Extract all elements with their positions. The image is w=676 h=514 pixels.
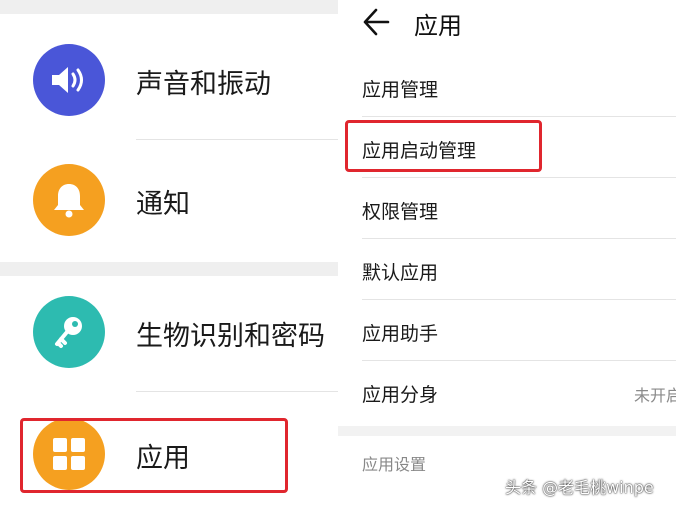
settings-panel: 声音和振动 通知 生物识别和密码 应用	[0, 0, 338, 507]
menu-item-default-apps[interactable]: 默认应用	[338, 239, 676, 300]
apps-panel: 应用 应用管理 应用启动管理 权限管理 默认应用 应用助手 应用分身 未开启 应…	[338, 0, 676, 507]
bell-icon	[33, 164, 105, 236]
settings-item-label: 声音和振动	[136, 69, 271, 100]
highlight-box-app-launch	[345, 120, 542, 172]
menu-item-permission-management[interactable]: 权限管理	[338, 178, 676, 239]
section-gap	[0, 0, 338, 14]
menu-item-app-twin[interactable]: 应用分身 未开启	[338, 361, 676, 422]
settings-item-label: 通知	[136, 189, 190, 220]
settings-item-biometrics[interactable]: 生物识别和密码	[0, 272, 338, 392]
menu-item-label: 默认应用	[362, 262, 439, 284]
menu-item-label: 应用助手	[362, 323, 439, 345]
menu-item-label: 应用分身	[362, 384, 439, 406]
menu-item-value: 未开启	[634, 386, 676, 405]
section-gap	[338, 426, 676, 436]
menu-item-app-assistant[interactable]: 应用助手	[338, 300, 676, 361]
settings-item-notifications[interactable]: 通知	[0, 140, 338, 260]
speaker-icon	[33, 44, 105, 116]
watermark: 头条 @老毛桃winpe	[505, 478, 654, 497]
app-bar: 应用	[338, 0, 676, 52]
key-icon	[33, 296, 105, 368]
divider	[136, 391, 338, 392]
settings-item-label: 生物识别和密码	[136, 321, 325, 352]
arrow-left-icon[interactable]	[362, 6, 390, 38]
menu-item-app-management[interactable]: 应用管理	[338, 56, 676, 117]
menu-item-label: 应用管理	[362, 79, 439, 101]
menu-item-label: 权限管理	[362, 201, 439, 223]
section-title: 应用设置	[362, 455, 427, 474]
settings-item-sound[interactable]: 声音和振动	[0, 20, 338, 140]
page-title: 应用	[414, 12, 462, 40]
highlight-box-apps	[20, 418, 288, 493]
